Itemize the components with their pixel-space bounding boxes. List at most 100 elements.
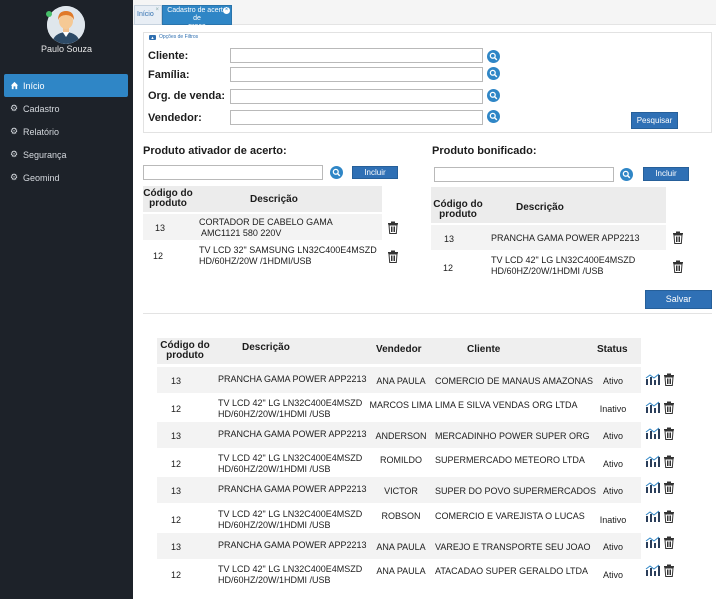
bonificado-incluir-button[interactable]: Incluir: [643, 167, 689, 181]
chart-icon[interactable]: [645, 401, 661, 413]
sidebar-item-label: Segurança: [23, 149, 67, 160]
cliente-input[interactable]: [230, 48, 483, 63]
row-actions: [645, 426, 685, 440]
ativador-product-input[interactable]: [143, 165, 323, 180]
home-icon: [9, 81, 19, 91]
ativador-search-icon[interactable]: [330, 166, 343, 179]
chart-icon[interactable]: [645, 536, 661, 548]
row-actions: [645, 480, 685, 494]
chart-icon[interactable]: [645, 564, 661, 576]
chart-icon[interactable]: [645, 373, 661, 385]
row-actions: [645, 563, 685, 577]
table-row: 13 PRANCHA GAMA POWER APP2213 ANA PAULA VAR…: [157, 533, 641, 559]
cliente-cell: COMERCIO DE MANAUS AMAZONAS: [435, 376, 594, 386]
close-icon[interactable]: ×: [223, 7, 230, 14]
product-code: 12: [171, 404, 182, 414]
cliente-search-icon[interactable]: [487, 50, 500, 63]
table-row: 13 CORTADOR DE CABELO GAMA AMC1121 580 2…: [143, 214, 382, 240]
chart-icon[interactable]: [645, 455, 661, 467]
sidebar-item-cadastro[interactable]: ⚙ Cadastro: [0, 97, 133, 120]
table-row: 13 PRANCHA GAMA POWER APP2213: [431, 225, 666, 250]
bonificado-search-icon[interactable]: [620, 168, 633, 181]
table-header: Código do produto Descrição: [143, 186, 382, 212]
col-cliente-header: Cliente: [467, 344, 501, 355]
familia-label: Família:: [148, 69, 190, 81]
org-venda-input[interactable]: [230, 89, 483, 104]
product-code: 13: [171, 486, 182, 496]
col-code-header-2: produto: [439, 209, 477, 220]
gears-icon: ⚙: [9, 149, 19, 159]
cliente-cell: ATACADAO SUPER GERALDO LTDA: [435, 566, 589, 576]
product-desc: TV LCD 42" LG LN32C400E4MSZD: [218, 564, 363, 574]
table-row: 13 PRANCHA GAMA POWER APP2213 ANDERSON MERC…: [157, 422, 641, 448]
salvar-button[interactable]: Salvar: [645, 290, 712, 309]
vendedor-cell: MARCOS LIMA: [369, 400, 433, 410]
sidebar-item-inicio[interactable]: Início: [4, 74, 128, 97]
vendedor-cell: ANA PAULA: [376, 376, 426, 386]
vendedor-search-icon[interactable]: [487, 110, 500, 123]
product-desc: TV LCD 42" LG LN32C400E4MSZD: [218, 398, 363, 408]
tab-inicio[interactable]: Início ×: [134, 5, 162, 25]
cliente-label: Cliente:: [148, 50, 189, 62]
col-vendedor-header: Vendedor: [376, 344, 422, 355]
chart-icon[interactable]: [645, 510, 661, 522]
table-header: Código do produto Descrição: [431, 187, 666, 223]
trash-icon[interactable]: [663, 427, 675, 440]
cliente-cell: VAREJO E TRANSPORTE SEU JOAO: [435, 542, 591, 552]
product-desc: PRANCHA GAMA POWER APP2213: [218, 374, 367, 384]
avatar: [47, 6, 85, 44]
chart-icon[interactable]: [645, 481, 661, 493]
product-desc: PRANCHA GAMA POWER APP2213: [491, 233, 640, 243]
trash-icon[interactable]: [663, 481, 675, 494]
close-icon[interactable]: ×: [155, 7, 159, 13]
tab-label-line1: Cadastro de acerto de: [167, 7, 227, 22]
trash-icon[interactable]: [663, 401, 675, 414]
ativador-incluir-button[interactable]: Incluir: [352, 166, 398, 179]
trash-icon[interactable]: [387, 250, 399, 263]
filter-toggle[interactable]: ▲ Opções de Filtros: [149, 34, 198, 40]
product-code: 13: [171, 431, 182, 441]
product-desc-2: HD/60HZ/20W/1HDMI /USB: [218, 575, 331, 585]
cliente-cell: SUPERMERCADO METEORO LTDA: [435, 455, 585, 465]
sidebar: Paulo Souza Início ⚙ Cadastro ⚙ Relatóri…: [0, 0, 133, 599]
product-code: 13: [171, 542, 182, 552]
col-status-header: Status: [597, 344, 628, 355]
cliente-cell: SUPER DO POVO SUPERMERCADOS: [435, 486, 597, 496]
sidebar-item-geomind[interactable]: ⚙ Geomind: [0, 166, 133, 189]
org-venda-search-icon[interactable]: [487, 89, 500, 102]
trash-icon[interactable]: [663, 536, 675, 549]
status-cell: Ativo: [602, 431, 623, 441]
product-desc: TV LCD 32" SAMSUNG LN32C400E4MSZD: [199, 245, 377, 255]
vendedor-input[interactable]: [230, 110, 483, 125]
trash-icon[interactable]: [663, 564, 675, 577]
bonificado-product-input[interactable]: [434, 167, 614, 182]
trash-icon[interactable]: [672, 231, 684, 244]
table-row: 12 TV LCD 42" LG LN32C400E4MSZD HD/60HZ/20…: [157, 395, 641, 421]
sidebar-item-label: Cadastro: [23, 103, 60, 114]
col-desc-header: Descrição: [250, 194, 298, 205]
table-row: 13 PRANCHA GAMA POWER APP2213 ANA PAULA COM…: [157, 367, 641, 393]
vendedor-cell: ANA PAULA: [376, 566, 426, 576]
trash-icon[interactable]: [663, 455, 675, 468]
product-code: 12: [153, 251, 164, 261]
trash-icon[interactable]: [663, 510, 675, 523]
tab-cadastro-acerto-preco[interactable]: Cadastro de acerto de preço ×: [162, 5, 232, 30]
pesquisar-button[interactable]: Pesquisar: [631, 112, 678, 129]
trash-icon[interactable]: [672, 260, 684, 273]
product-desc: TV LCD 42" LG LN32C400E4MSZD: [491, 255, 636, 265]
gears-icon: ⚙: [9, 103, 19, 113]
col-desc-header: Descrição: [516, 202, 564, 213]
sidebar-item-relatorio[interactable]: ⚙ Relatório: [0, 120, 133, 143]
familia-search-icon[interactable]: [487, 67, 500, 80]
familia-input[interactable]: [230, 67, 483, 82]
status-cell: Ativo: [602, 570, 623, 580]
gears-icon: ⚙: [9, 126, 19, 136]
chart-icon[interactable]: [645, 427, 661, 439]
sidebar-item-seguranca[interactable]: ⚙ Segurança: [0, 143, 133, 166]
trash-icon[interactable]: [387, 221, 399, 234]
sidebar-item-label: Início: [23, 80, 45, 91]
trash-icon[interactable]: [663, 373, 675, 386]
product-code: 12: [171, 570, 182, 580]
row-actions: [645, 372, 685, 386]
product-code: 12: [171, 459, 182, 469]
